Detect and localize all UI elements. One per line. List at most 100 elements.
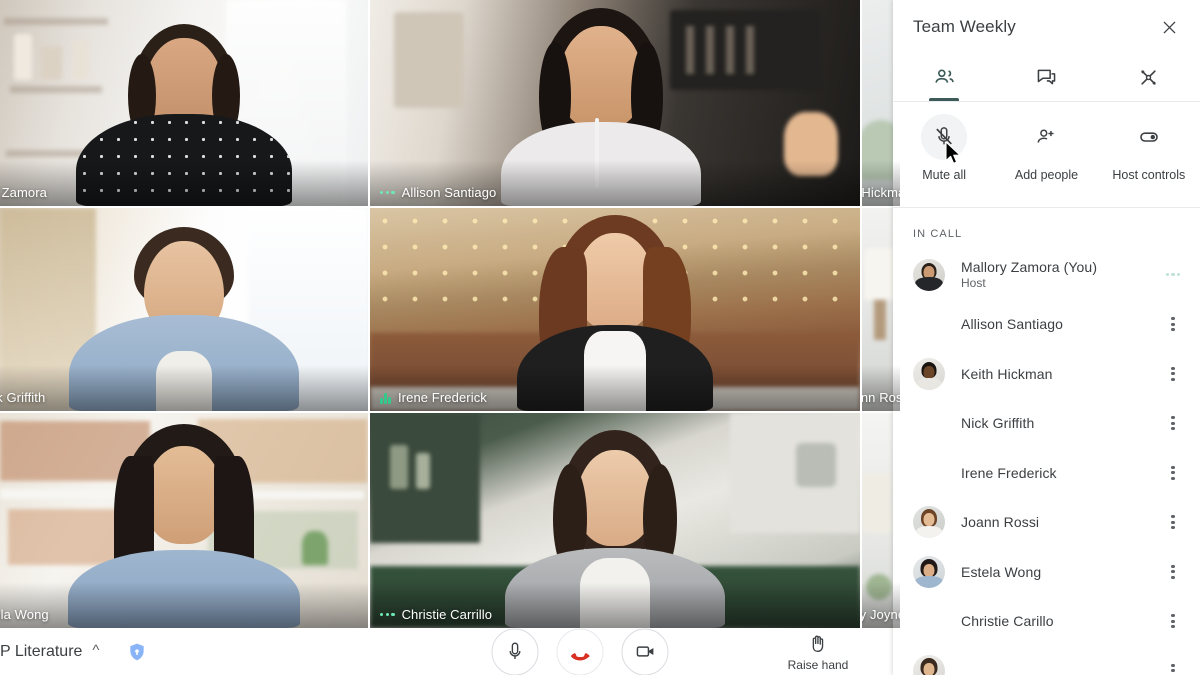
active-tab-indicator — [929, 98, 960, 101]
video-grid-stage: llory Zamora — [0, 0, 900, 628]
participant-info: Irene Frederick — [961, 465, 1158, 481]
raise-hand-button[interactable]: Raise hand — [787, 632, 849, 672]
raise-hand-label: Raise hand — [787, 657, 849, 672]
participant-info: Mallory Zamora (You) Host — [961, 259, 1158, 290]
avatar — [913, 605, 945, 637]
tile-name-label: llory Zamora — [0, 185, 47, 200]
person-add-icon — [1038, 129, 1055, 143]
participant-menu-button[interactable] — [1158, 557, 1188, 587]
toggle-switch-icon — [1140, 132, 1158, 142]
mic-toggle-button[interactable] — [491, 628, 539, 675]
shield-lock-icon[interactable] — [127, 641, 147, 663]
video-grid: llory Zamora — [0, 0, 900, 628]
panel-title: Team Weekly — [913, 17, 1016, 36]
end-call-button[interactable] — [556, 628, 604, 675]
participant-menu-button[interactable] — [1158, 507, 1188, 537]
meeting-name-button[interactable]: P Literature ^ — [0, 641, 147, 663]
meet-window: llory Zamora — [0, 0, 1200, 675]
participant-row-irene-frederick[interactable]: Irene Frederick — [893, 448, 1200, 498]
participant-role: Host — [961, 276, 986, 291]
avatar — [913, 357, 945, 390]
participant-row-partial[interactable] — [893, 646, 1200, 675]
add-people-label: Add people — [1014, 168, 1079, 182]
participant-info: Estela Wong — [961, 564, 1158, 580]
participant-menu-button[interactable] — [1158, 359, 1188, 389]
participant-info: Allison Santiago — [961, 316, 1158, 332]
audio-level-icon — [380, 392, 391, 404]
participant-row-keith-hickman[interactable]: Keith Hickman — [893, 349, 1200, 399]
mute-all-icon-circle — [921, 114, 968, 160]
panel-quick-actions: Mute all Add people Host controls — [893, 102, 1200, 208]
avatar — [913, 506, 945, 539]
participant-row-christie-carillo[interactable]: Christie Carillo — [893, 597, 1200, 647]
participant-row-allison-santiago[interactable]: Allison Santiago — [893, 300, 1200, 350]
participant-menu-button[interactable] — [1158, 260, 1188, 290]
participant-info: Nick Griffith — [961, 415, 1158, 431]
video-tile-irene-frederick[interactable]: Irene Frederick — [370, 208, 860, 411]
participant-name: Christie Carillo — [961, 613, 1054, 630]
add-people-action[interactable]: Add people — [995, 114, 1097, 207]
people-icon — [935, 69, 954, 83]
tile-name-label: Christie Carrillo — [380, 607, 492, 622]
tile-scrim — [0, 160, 368, 206]
avatar — [913, 308, 945, 340]
participant-row-nick-griffith[interactable]: Nick Griffith — [893, 399, 1200, 449]
participant-info: Christie Carillo — [961, 613, 1158, 629]
camera-toggle-button[interactable] — [621, 628, 669, 675]
avatar — [913, 555, 945, 588]
video-tile-estela-wong[interactable]: tela Wong — [0, 413, 368, 628]
participant-name: Estela Wong — [961, 563, 1042, 580]
tab-chat[interactable] — [995, 54, 1097, 101]
participant-row-estela-wong[interactable]: Estela Wong — [893, 547, 1200, 597]
close-icon — [1163, 21, 1175, 33]
tile-name-label: Irene Frederick — [380, 390, 487, 405]
tile-name-label: Allison Santiago — [380, 185, 496, 200]
tab-activities[interactable] — [1098, 54, 1200, 101]
participant-row-mallory-zamora[interactable]: Mallory Zamora (You) Host — [893, 250, 1200, 300]
participant-name: Irene Frederick — [961, 464, 1057, 481]
participant-name: Mallory Zamora (You) — [961, 259, 1098, 276]
participant-name: Joann Rossi — [961, 514, 1040, 531]
people-panel: Team Weekly Mute all Add people Host con… — [893, 0, 1200, 675]
avatar — [913, 258, 945, 291]
raised-hand-icon — [812, 635, 824, 652]
participant-menu-button[interactable] — [1158, 458, 1188, 488]
host-controls-icon-circle — [1126, 114, 1172, 160]
mute-all-action[interactable]: Mute all — [893, 114, 995, 207]
chevron-up-icon[interactable]: ^ — [92, 643, 99, 658]
call-toolbar: P Literature ^ Raise hand — [0, 628, 900, 675]
participant-row-joann-rossi[interactable]: Joann Rossi — [893, 498, 1200, 548]
panel-tabs — [893, 54, 1200, 102]
participant-name: Allison Santiago — [961, 316, 1063, 333]
chat-bubble-icon — [1037, 69, 1056, 85]
mic-off-icon — [936, 127, 953, 145]
participant-menu-button[interactable] — [1158, 606, 1188, 636]
muted-dots-icon — [380, 190, 395, 195]
participant-list: Mallory Zamora (You) Host Allison Santia… — [893, 250, 1200, 675]
participant-info: Joann Rossi — [961, 514, 1158, 530]
participant-name: Keith Hickman — [961, 365, 1053, 382]
avatar — [913, 457, 945, 489]
video-tile-nick-griffith[interactable]: ck Griffith — [0, 208, 368, 411]
tile-name-label: tela Wong — [0, 607, 49, 622]
participant-menu-button[interactable] — [1158, 656, 1188, 675]
mute-all-label: Mute all — [922, 168, 967, 182]
tab-people[interactable] — [893, 54, 995, 101]
add-people-icon-circle — [1023, 114, 1069, 160]
microphone-icon — [509, 642, 521, 659]
close-panel-button[interactable] — [1152, 10, 1186, 44]
tile-name-label: Joann Rossi — [862, 390, 900, 405]
video-tile-christie-carrillo[interactable]: Christie Carrillo — [370, 413, 860, 628]
video-tile-mallory-zamora[interactable]: llory Zamora — [0, 0, 368, 206]
panel-header: Team Weekly — [893, 0, 1200, 54]
participant-menu-button[interactable] — [1158, 408, 1188, 438]
avatar — [913, 654, 945, 675]
meeting-name-label: P Literature — [0, 642, 83, 660]
host-controls-label: Host controls — [1112, 168, 1186, 182]
host-controls-action[interactable]: Host controls — [1098, 114, 1200, 207]
video-tile-allison-santiago[interactable]: Allison Santiago — [370, 0, 860, 206]
video-camera-icon — [636, 646, 653, 657]
avatar — [913, 407, 945, 439]
participant-menu-button[interactable] — [1158, 309, 1188, 339]
tile-name-label: Emily Joyner — [862, 607, 900, 622]
